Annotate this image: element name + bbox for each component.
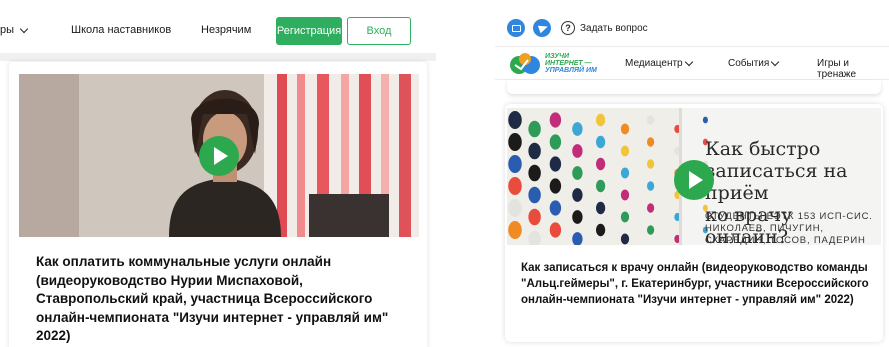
decorative-dot — [620, 123, 630, 135]
decorative-dot — [647, 181, 655, 191]
video-overlay-title-line-2: записаться на приём — [705, 160, 848, 204]
nav-games-label: Игры и тренаже — [817, 58, 857, 80]
telegram-icon[interactable] — [533, 19, 551, 37]
video-card[interactable]: Как оплатить коммунальные услуги онлайн … — [9, 62, 427, 347]
video-overlay-subtitle: СТУДЕНТЫ ЕЭТК 153 ИСП-СИС. НИКОЛАЕВ, ПИЧ… — [705, 211, 873, 245]
decorative-dot — [508, 199, 522, 217]
previous-card-bottom — [507, 80, 881, 94]
chevron-down-icon — [771, 57, 780, 67]
video-card-title[interactable]: Как оплатить коммунальные услуги онлайн … — [36, 253, 416, 346]
right-screenshot: ? Задать вопрос ИЗУЧИ ИНТЕРНЕТ — УПРАВЛЯ… — [495, 0, 889, 347]
register-button[interactable]: Регистрация — [276, 17, 342, 45]
video-card[interactable]: Как быстро записаться на приём ко врачу … — [505, 104, 883, 342]
login-button[interactable]: Вход — [347, 17, 411, 45]
decorative-dot — [528, 164, 541, 182]
logo-text[interactable]: ИЗУЧИ ИНТЕРНЕТ — УПРАВЛЯЙ ИМ — [545, 53, 597, 74]
nav-dropdown-partial[interactable]: ры — [0, 24, 29, 36]
nav-blind[interactable]: Незрячим — [201, 24, 251, 36]
nav-mediacenter-label: Медиацентр — [625, 58, 683, 69]
decorative-dot — [595, 113, 606, 127]
nav-mentors-school-label: Школа наставников — [71, 24, 172, 36]
play-icon[interactable] — [199, 136, 239, 176]
decorative-dot — [620, 211, 630, 223]
decorative-dot — [528, 142, 541, 160]
ask-question-link[interactable]: ? Задать вопрос — [561, 21, 648, 35]
mail-icon[interactable] — [507, 19, 525, 37]
play-icon[interactable] — [674, 160, 714, 200]
nav-blind-label: Незрячим — [201, 24, 252, 36]
video-thumbnail[interactable] — [19, 74, 419, 237]
chevron-down-icon — [19, 24, 29, 33]
decorative-dot — [508, 177, 522, 195]
video-thumbnail[interactable]: Как быстро записаться на приём ко врачу … — [507, 108, 881, 245]
decorative-dot — [572, 144, 583, 158]
decorative-dot — [549, 222, 562, 238]
decorative-dot — [572, 122, 583, 136]
nav-mediacenter[interactable]: Медиацентр — [625, 57, 693, 69]
top-nav: ры Школа наставников Незрячим Регистраци… — [0, 14, 436, 50]
logo-icon[interactable] — [508, 52, 542, 76]
decorative-dot — [620, 233, 630, 245]
decorative-dot — [528, 120, 541, 138]
decorative-dot — [702, 116, 708, 124]
left-screenshot: ры Школа наставников Незрячим Регистраци… — [0, 0, 436, 347]
decorative-dot — [572, 210, 583, 224]
decorative-dot — [595, 201, 606, 215]
site-header: ИЗУЧИ ИНТЕРНЕТ — УПРАВЛЯЙ ИМ Медиацентр … — [495, 46, 889, 80]
decorative-dot — [595, 157, 606, 171]
top-bar: ? Задать вопрос — [507, 18, 648, 38]
chevron-down-icon — [684, 57, 693, 67]
decorative-dot — [508, 133, 522, 151]
nav-dropdown-partial-label: ры — [0, 24, 15, 36]
decorative-dot — [647, 159, 655, 169]
decorative-dot — [508, 221, 522, 239]
divider — [0, 53, 436, 61]
logo-line-2: ИНТЕРНЕТ — — [545, 60, 592, 67]
decorative-dot — [508, 155, 522, 173]
decorative-dot — [528, 186, 541, 204]
decorative-dot — [620, 167, 630, 179]
decorative-dot — [620, 189, 630, 201]
video-overlay-subtitle-line-2: НИКОЛАЕВ, ПИЧУГИН, — [705, 223, 824, 234]
decorative-dot — [595, 135, 606, 149]
decorative-dot — [549, 178, 562, 194]
decorative-dot — [595, 223, 606, 237]
decorative-dot — [595, 179, 606, 193]
nav-events[interactable]: События — [728, 57, 780, 69]
decorative-dot — [549, 134, 562, 150]
decorative-dot — [549, 200, 562, 216]
decorative-dot — [572, 188, 583, 202]
decorative-dot — [508, 111, 522, 129]
decorative-dot — [549, 156, 562, 172]
decorative-dot — [572, 166, 583, 180]
help-icon: ? — [561, 21, 575, 35]
ask-question-label: Задать вопрос — [580, 22, 648, 34]
decorative-dot — [647, 225, 655, 235]
video-overlay-subtitle-line-1: СТУДЕНТЫ ЕЭТК 153 ИСП-СИС. — [705, 211, 873, 222]
video-card-title[interactable]: Как записаться к врачу онлайн (видеоруко… — [521, 260, 871, 308]
nav-events-label: События — [728, 58, 770, 69]
logo-line-1: ИЗУЧИ — [545, 53, 569, 60]
decorative-dot — [528, 208, 541, 226]
video-overlay-subtitle-line-3: СКАРЕДИН, ТОСОВ, ПАДЕРИН — [705, 235, 866, 245]
decorative-dot — [549, 112, 562, 128]
decorative-dot — [647, 115, 655, 125]
decorative-dot — [647, 137, 655, 147]
nav-mentors-school[interactable]: Школа наставников — [71, 24, 171, 36]
decorative-dot — [647, 203, 655, 213]
video-overlay-title-line-1: Как быстро — [705, 138, 821, 160]
nav-games[interactable]: Игры и тренаже — [817, 58, 889, 80]
decorative-dot — [620, 145, 630, 157]
logo-line-3: УПРАВЛЯЙ ИМ — [545, 67, 597, 74]
